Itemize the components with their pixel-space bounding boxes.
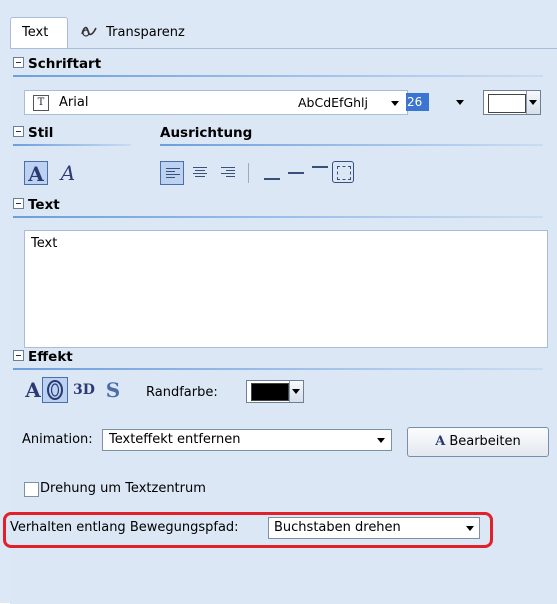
section-divider	[160, 144, 543, 146]
valign-middle-icon	[288, 172, 304, 174]
chevron-down-icon	[529, 100, 537, 105]
chevron-down-icon[interactable]	[377, 438, 385, 443]
valign-top-button[interactable]	[308, 161, 332, 185]
fit-text-button[interactable]	[332, 161, 354, 183]
border-color-label: Randfarbe:	[146, 385, 218, 400]
effect-3d-button[interactable]: 3D	[70, 377, 98, 403]
path-behavior-value: Buchstaben drehen	[274, 520, 401, 535]
toolbar-separator	[248, 163, 249, 183]
section-divider	[13, 144, 131, 146]
chevron-down-icon[interactable]	[456, 100, 464, 105]
section-divider	[13, 216, 543, 218]
italic-button[interactable]: A	[56, 161, 80, 185]
text-effect-icon: A	[435, 434, 446, 449]
tab-transparenz-label: Transparenz	[106, 25, 185, 40]
chevron-down-icon[interactable]	[391, 101, 399, 106]
transparency-icon	[81, 26, 97, 37]
effect-plain-button[interactable]: A	[24, 377, 42, 403]
align-right-icon	[221, 167, 235, 179]
tab-strip: Text Transparenz	[10, 17, 557, 48]
chevron-down-icon	[292, 389, 300, 394]
effect-3d-label: 3D	[73, 382, 95, 398]
collapse-icon[interactable]	[13, 198, 24, 209]
font-size-select[interactable]: 26	[406, 90, 474, 115]
section-text[interactable]: Text	[13, 194, 60, 216]
section-schriftart-title: Schriftart	[28, 56, 102, 72]
tab-text-label: Text	[22, 25, 49, 40]
font-family-select[interactable]: T Arial AbCdEfGhlj	[24, 90, 408, 115]
align-right-button[interactable]	[216, 161, 240, 185]
section-stil[interactable]: Stil	[13, 122, 53, 144]
collapse-icon[interactable]	[13, 350, 24, 361]
collapse-icon[interactable]	[13, 57, 24, 68]
rotate-around-center-checkbox[interactable]	[24, 482, 39, 497]
section-stil-title: Stil	[28, 125, 54, 141]
section-effekt-title: Effekt	[28, 349, 73, 365]
border-color-swatch	[251, 383, 289, 401]
collapse-icon[interactable]	[13, 126, 24, 137]
color-dropdown-button[interactable]	[526, 91, 540, 114]
text-input-value: Text	[31, 236, 58, 251]
animation-value: Texteffekt entfernen	[109, 432, 241, 447]
text-input[interactable]: Text	[24, 230, 548, 348]
section-ausrichtung-title: Ausrichtung	[160, 125, 253, 141]
valign-middle-button[interactable]	[284, 161, 308, 185]
valign-top-icon	[312, 166, 328, 168]
valign-bottom-button[interactable]	[260, 161, 284, 185]
animation-label: Animation:	[22, 432, 93, 447]
align-left-button[interactable]	[160, 161, 184, 185]
font-color-swatch	[488, 94, 526, 113]
truetype-font-icon: T	[33, 95, 49, 111]
edit-button-label: Bearbeiten	[449, 434, 521, 449]
chevron-down-icon[interactable]	[466, 526, 474, 531]
section-divider	[13, 368, 543, 370]
animation-select[interactable]: Texteffekt entfernen	[102, 429, 392, 451]
effect-outline-button[interactable]	[42, 377, 68, 403]
section-ausrichtung: Ausrichtung	[160, 122, 252, 144]
align-center-button[interactable]	[188, 161, 212, 185]
align-center-icon	[193, 167, 207, 179]
section-effekt[interactable]: Effekt	[13, 346, 73, 368]
tab-text[interactable]: Text	[10, 17, 68, 48]
font-size-value: 26	[406, 93, 429, 111]
bold-button[interactable]: A	[24, 161, 48, 186]
fit-frame-icon	[337, 166, 351, 180]
path-behavior-label: Verhalten entlang Bewegungspfad:	[10, 520, 239, 535]
color-dropdown-button[interactable]	[289, 381, 303, 402]
tab-transparenz[interactable]: Transparenz	[72, 18, 232, 47]
font-color-picker[interactable]	[483, 90, 541, 115]
section-schriftart[interactable]: Schriftart	[13, 53, 101, 75]
section-text-title: Text	[28, 197, 60, 213]
properties-panel: Text Transparenz Schriftart T Arial AbCd…	[0, 0, 557, 604]
path-behavior-select[interactable]: Buchstaben drehen	[268, 517, 480, 539]
outline-o-icon	[47, 380, 63, 400]
font-name: Arial	[59, 95, 89, 110]
valign-bottom-icon	[264, 178, 280, 180]
tab-content: Schriftart T Arial AbCdEfGhlj 26 Stil Au…	[3, 48, 557, 604]
rotate-around-center-label: Drehung um Textzentrum	[40, 481, 206, 496]
section-divider	[13, 75, 543, 77]
font-sample: AbCdEfGhlj	[298, 95, 369, 110]
edit-button[interactable]: A Bearbeiten	[407, 427, 549, 457]
effect-shadow-button[interactable]: S	[102, 377, 124, 403]
align-left-icon	[166, 168, 180, 180]
border-color-picker[interactable]	[246, 380, 304, 403]
